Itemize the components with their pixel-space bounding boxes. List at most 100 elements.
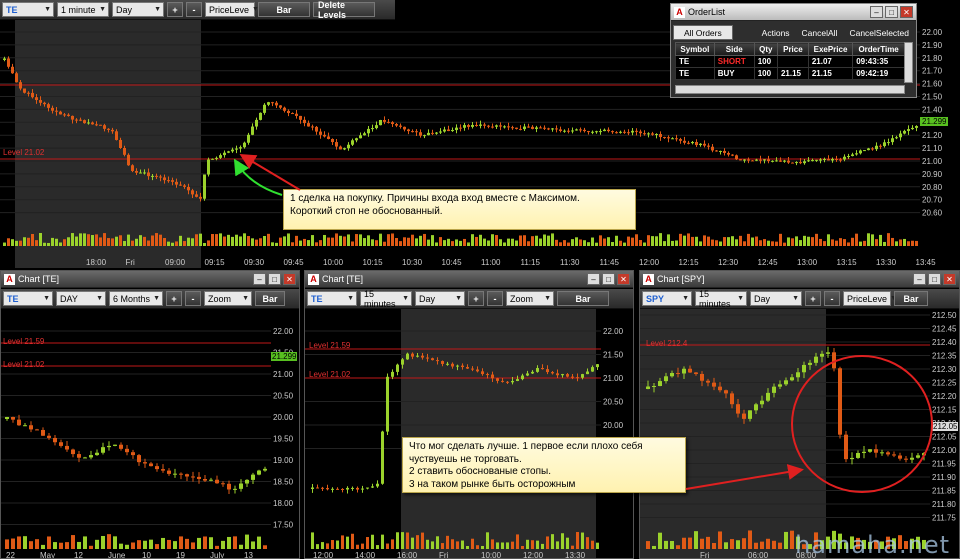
volume-bar [207, 240, 210, 246]
window-titlebar[interactable]: A Chart [SPY] – □ ✕ [640, 271, 959, 288]
maximize-icon[interactable]: □ [928, 273, 941, 285]
window-titlebar[interactable]: A Chart [TE] – □ ✕ [305, 271, 633, 288]
symbol-select[interactable]: SPY ▼ [642, 291, 692, 306]
candle-body [891, 138, 894, 143]
volume-bar [607, 237, 610, 246]
volume-bar [251, 238, 254, 246]
column-header[interactable]: OrderTime [852, 42, 905, 56]
interval-select[interactable]: 1 minute ▼ [57, 2, 109, 17]
zoom-in-button[interactable]: + [468, 291, 484, 306]
zoom-out-button[interactable]: - [824, 291, 840, 306]
range-select[interactable]: 6 Months ▼ [109, 291, 163, 306]
cell-price [776, 55, 809, 68]
window-titlebar[interactable]: A Chart [TE] – □ ✕ [1, 271, 299, 288]
maximize-icon[interactable]: □ [602, 273, 615, 285]
column-header[interactable]: Qty [753, 42, 778, 56]
period-select[interactable]: DAY ▼ [56, 291, 106, 306]
order-list-window[interactable]: A OrderList – □ ✕ All Orders Actions Can… [670, 3, 917, 98]
volume-bar [586, 537, 589, 549]
volume-bar [790, 530, 794, 549]
delete-levels-button[interactable]: Delete Levels [313, 0, 375, 20]
column-header[interactable]: Symbol [675, 42, 715, 56]
te-15min-chart-canvas[interactable]: 22.0021.5021.0020.5020.0018.5012:0014:00… [305, 309, 634, 559]
cell-price: 21.15 [776, 67, 809, 80]
tab-all-orders[interactable]: All Orders [673, 25, 733, 40]
bar-button[interactable]: Bar [557, 291, 609, 306]
candle-body [783, 160, 786, 162]
column-header[interactable]: Price [776, 42, 809, 56]
volume-bar [839, 238, 842, 246]
zoom-out-button[interactable]: - [185, 291, 201, 306]
chart-window-spy[interactable]: A Chart [SPY] – □ ✕ SPY ▼ 15 minutes ▼ Day… [639, 270, 960, 559]
table-row[interactable]: TE SHORT 100 21.07 09:43:35 [675, 55, 905, 68]
volume-bar [215, 234, 218, 246]
chart-window-te-15min[interactable]: A Chart [TE] – □ ✕ TE ▼ 15 minutes ▼ Day ▼ … [304, 270, 634, 559]
price-level-select[interactable]: PriceLeve▼ [205, 2, 259, 17]
candle-body [775, 160, 778, 162]
daily-chart-canvas[interactable]: 22.0021.5021.0020.5020.0019.5019.0018.50… [1, 309, 300, 559]
candle-body [7, 58, 10, 67]
candle-body [191, 190, 194, 195]
candle-body [687, 142, 690, 144]
bar-button[interactable]: Bar [894, 291, 928, 306]
zoom-out-button[interactable]: - [186, 2, 202, 17]
bar-button[interactable]: Bar [258, 2, 310, 17]
time-tick-label: 12:15 [679, 258, 700, 267]
minimize-icon[interactable]: – [913, 273, 926, 285]
minimize-icon[interactable]: – [587, 273, 600, 285]
chevron-down-icon: ▼ [402, 295, 409, 302]
bar-button[interactable]: Bar [255, 291, 285, 306]
zoom-out-button[interactable]: - [487, 291, 503, 306]
volume-bar [799, 240, 802, 246]
volume-bar [346, 536, 349, 549]
zoom-in-button[interactable]: + [166, 291, 182, 306]
volume-bar [463, 238, 466, 246]
zoom-mode-select[interactable]: Zoom ▼ [506, 291, 554, 306]
close-icon[interactable]: ✕ [900, 6, 913, 18]
volume-bar [451, 241, 454, 246]
column-header[interactable]: ExePrice [807, 42, 854, 56]
candle-body [416, 355, 419, 357]
candle-body [215, 157, 218, 159]
table-row[interactable]: TE BUY 100 21.15 21.15 09:42:19 [675, 67, 905, 80]
candle-body [892, 454, 896, 456]
zoom-in-button[interactable]: + [167, 2, 183, 17]
close-icon[interactable]: ✕ [283, 273, 296, 285]
maximize-icon[interactable]: □ [885, 6, 898, 18]
close-icon[interactable]: ✕ [943, 273, 956, 285]
candle-body [67, 114, 70, 116]
volume-bar [316, 544, 319, 549]
actions-button[interactable]: Actions [757, 25, 795, 40]
minimize-icon[interactable]: – [253, 273, 266, 285]
candle-body [87, 122, 90, 124]
order-list-titlebar[interactable]: A OrderList – □ ✕ [671, 4, 916, 21]
period-select[interactable]: Day ▼ [415, 291, 465, 306]
candle-body [3, 58, 6, 60]
symbol-select[interactable]: TE ▼ [3, 291, 53, 306]
horizontal-scrollbar[interactable] [675, 85, 905, 94]
interval-select[interactable]: 15 minutes ▼ [695, 289, 747, 309]
close-icon[interactable]: ✕ [617, 273, 630, 285]
candle-body [463, 125, 466, 128]
minimize-icon[interactable]: – [870, 6, 883, 18]
candle-body [435, 132, 438, 134]
price-level-select[interactable]: PriceLeve▼ [843, 291, 897, 306]
period-select[interactable]: Day ▼ [750, 291, 802, 306]
vertical-scrollbar[interactable] [904, 42, 913, 83]
candle-body [611, 131, 614, 133]
interval-select[interactable]: 15 minutes ▼ [360, 289, 412, 309]
symbol-select[interactable]: TE ▼ [307, 291, 357, 306]
cancel-all-button[interactable]: CancelAll [797, 25, 843, 40]
zoom-in-button[interactable]: + [805, 291, 821, 306]
period-select[interactable]: Day ▼ [112, 2, 164, 17]
column-header[interactable]: Side [713, 42, 755, 56]
time-tick-label: Fri [700, 551, 710, 559]
candle-body [279, 105, 282, 108]
chart-window-daily[interactable]: A Chart [TE] – □ ✕ TE ▼ DAY ▼ 6 Months ▼ + … [0, 270, 300, 559]
zoom-mode-select[interactable]: Zoom ▼ [204, 291, 252, 306]
maximize-icon[interactable]: □ [268, 273, 281, 285]
symbol-select[interactable]: TE ▼ [2, 2, 54, 17]
volume-bar [506, 542, 509, 549]
spy-chart-canvas[interactable]: 212.50 212.45 212.40 212.35 212.30 212.25 212.… [640, 309, 960, 559]
cancel-selected-button[interactable]: CancelSelected [844, 25, 914, 40]
